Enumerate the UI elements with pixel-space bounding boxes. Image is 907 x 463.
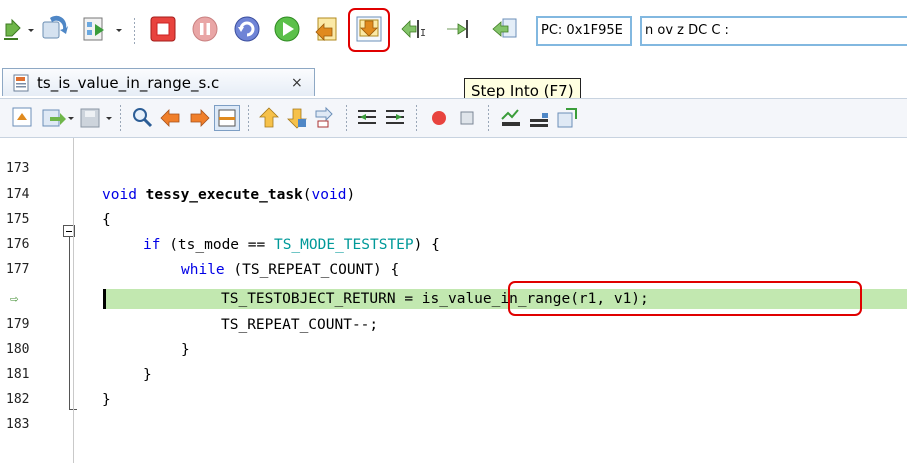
- line-number: 182: [6, 392, 30, 407]
- step-out-icon[interactable]: [490, 14, 520, 44]
- editor-toolbar: [0, 98, 907, 138]
- export-icon[interactable]: [554, 105, 580, 131]
- line-number: 181: [6, 367, 30, 382]
- paren-open: (: [302, 187, 312, 203]
- code-line: }: [143, 367, 152, 383]
- function-name: tessy_execute_task: [145, 187, 303, 203]
- stop-square-icon[interactable]: [454, 105, 480, 131]
- if-condition: (ts_mode ==: [160, 237, 274, 253]
- step-over-icon[interactable]: I: [398, 14, 428, 44]
- code-line: TS_REPEAT_COUNT--;: [221, 317, 379, 333]
- indent-right-icon[interactable]: [382, 105, 408, 131]
- line-number: 180: [6, 342, 30, 357]
- assign-lhs: TS_TESTOBJECT_RETURN =: [221, 291, 422, 307]
- code-editor[interactable]: 173 174 175 176 177 ⇨ 179 180 181 182 18…: [0, 138, 907, 463]
- code-line: {: [102, 212, 111, 228]
- code-line: }: [181, 342, 190, 358]
- macro-ts-mode-teststep: TS_MODE_TESTSTEP: [273, 237, 414, 253]
- if-condition-end: ) {: [413, 237, 440, 253]
- line-number: 176: [6, 237, 30, 252]
- step-up-icon[interactable]: [256, 105, 282, 131]
- toolbar-separator: [134, 18, 135, 44]
- toolbar-separator: [346, 105, 347, 131]
- run-config-icon[interactable]: [80, 14, 110, 44]
- run-to-line-icon[interactable]: [444, 14, 474, 44]
- while-condition: (TS_REPEAT_COUNT) {: [224, 262, 400, 278]
- keyword-while: while: [181, 262, 225, 278]
- chart-icon[interactable]: [498, 105, 524, 131]
- resume-icon[interactable]: [272, 14, 302, 44]
- code-line: while (TS_REPEAT_COUNT) {: [181, 259, 399, 281]
- pc-display: PC: 0x1F95E: [536, 16, 632, 46]
- line-number: 177: [6, 262, 30, 277]
- debug-toolbar: I PC: 0x1F95E n ov z DC C :: [0, 0, 907, 62]
- editor-tab-label: ts_is_value_in_range_s.c: [37, 74, 220, 92]
- restart-icon[interactable]: [232, 14, 262, 44]
- line-number: 183: [6, 417, 30, 432]
- line-number-gutter: 173 174 175 176 177 ⇨ 179 180 181 182 18…: [0, 138, 77, 463]
- keyword-if: if: [143, 237, 161, 253]
- step-both-icon[interactable]: [312, 105, 338, 131]
- code-line: if (ts_mode == TS_MODE_TESTSTEP) {: [143, 234, 440, 256]
- fold-line: [69, 237, 70, 409]
- toolbar-separator: [248, 105, 249, 131]
- keyword-void: void: [311, 187, 347, 203]
- line-number: 174: [6, 187, 30, 202]
- step-into-highlight-box: [348, 8, 390, 52]
- chevron-down-icon[interactable]: [26, 20, 36, 46]
- go-back-icon[interactable]: [158, 105, 184, 131]
- open-icon[interactable]: [40, 105, 66, 131]
- breakpoint-icon[interactable]: [426, 105, 452, 131]
- chevron-down-icon[interactable]: [66, 105, 76, 131]
- chevron-down-icon[interactable]: [104, 105, 114, 131]
- editor-tab-bar: ts_is_value_in_range_s.c ×: [0, 62, 907, 98]
- stop-icon[interactable]: [148, 14, 178, 44]
- line-number: 173: [6, 161, 30, 176]
- toolbar-separator: [120, 105, 121, 131]
- paren-close: ): [346, 187, 356, 203]
- step-back-icon[interactable]: [2, 16, 28, 42]
- flags-display: n ov z DC C :: [640, 16, 907, 46]
- call-highlight-box: [508, 281, 862, 316]
- new-debug-icon[interactable]: [10, 105, 36, 131]
- toolbar-separator: [416, 105, 417, 131]
- step-return-icon[interactable]: [312, 14, 342, 44]
- code-line: void tessy_execute_task(void): [102, 184, 355, 206]
- suspend-icon[interactable]: [190, 14, 220, 44]
- current-line-arrow-icon: ⇨: [10, 291, 19, 307]
- search-icon[interactable]: [130, 105, 156, 131]
- text-caret: [103, 289, 106, 309]
- toolbar-separator: [488, 105, 489, 131]
- close-icon[interactable]: ×: [291, 75, 303, 91]
- indent-left-icon[interactable]: [354, 105, 380, 131]
- line-number: 179: [6, 317, 30, 332]
- step-down-icon[interactable]: [284, 105, 310, 131]
- keyword-void: void: [102, 187, 137, 203]
- memory-icon[interactable]: [214, 105, 240, 131]
- save-icon[interactable]: [78, 105, 104, 131]
- code-line: }: [102, 392, 111, 408]
- reload-icon[interactable]: [40, 14, 70, 44]
- gutter-divider: [73, 138, 74, 463]
- chevron-down-icon[interactable]: [114, 20, 124, 46]
- svg-text:I: I: [420, 28, 426, 39]
- bars-icon[interactable]: [526, 105, 552, 131]
- editor-tab[interactable]: ts_is_value_in_range_s.c ×: [2, 68, 315, 96]
- c-file-icon: [13, 74, 31, 96]
- go-forward-icon[interactable]: [186, 105, 212, 131]
- line-number: 175: [6, 212, 30, 227]
